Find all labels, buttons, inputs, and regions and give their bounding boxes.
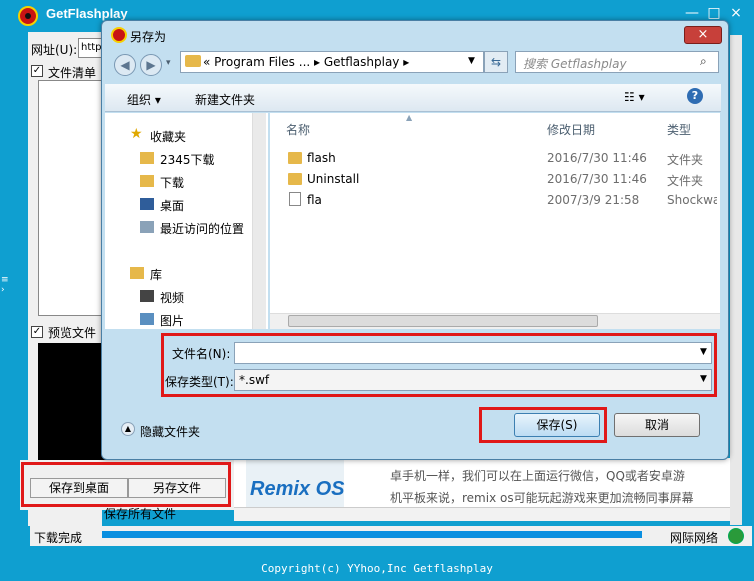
library-icon [130, 267, 144, 279]
hide-folders-button[interactable]: 隐藏文件夹 [140, 423, 200, 440]
pictures-icon [140, 313, 154, 325]
nav-item-recent[interactable]: 最近访问的位置 [160, 220, 244, 237]
dialog-title: 另存为 [130, 30, 167, 44]
folder-icon [288, 152, 302, 164]
nav-item-2345downloads[interactable]: 2345下载 [160, 151, 215, 168]
breadcrumb[interactable]: « Program Files ... ▸ Getflashplay ▸ [203, 55, 409, 69]
new-folder-button[interactable]: 新建文件夹 [195, 91, 255, 108]
news-line-2[interactable]: 机平板来说，remix os可能玩起游戏来更加流畅同事屏幕 [390, 489, 694, 506]
list-checkbox[interactable]: ✓ [31, 65, 43, 77]
copyright: Copyright(c) YYhoo,Inc Getflashplay [261, 562, 493, 575]
file-date: 2007/3/9 21:58 [547, 193, 640, 207]
app-logo-icon [18, 6, 38, 26]
video-icon [140, 290, 154, 302]
sort-indicator-icon: ▲ [406, 113, 413, 122]
file-date: 2016/7/30 11:46 [547, 151, 647, 165]
globe-icon [728, 528, 744, 544]
desktop-icon [140, 198, 154, 210]
folder-icon [140, 152, 154, 164]
file-name[interactable]: fla [307, 193, 322, 207]
news-scrollbar[interactable] [234, 507, 740, 521]
dialog-close-button[interactable]: × [684, 26, 722, 44]
nav-item-downloads[interactable]: 下载 [160, 174, 184, 191]
progress-bar [102, 531, 642, 538]
column-type[interactable]: 类型 [667, 121, 691, 138]
nav-item-video[interactable]: 视频 [160, 289, 184, 306]
file-type: 文件夹 [667, 174, 704, 188]
forward-icon[interactable]: ▶ [140, 54, 162, 76]
file-list[interactable] [38, 80, 102, 316]
nav-item-desktop[interactable]: 桌面 [160, 197, 184, 214]
cancel-button[interactable]: 取消 [614, 413, 700, 437]
preview-label: 预览文件 [48, 326, 97, 340]
help-icon[interactable]: ? [687, 88, 703, 104]
scrollbar-thumb[interactable] [288, 315, 598, 327]
back-icon[interactable]: ◀ [114, 54, 136, 76]
save-all-button[interactable]: 保存所有文件 [104, 505, 176, 522]
url-label: 网址(U): [31, 43, 78, 57]
nav-item-favorites[interactable]: 收藏夹 [150, 128, 186, 145]
address-dropdown-icon[interactable]: ▼ [468, 56, 475, 66]
recent-places-icon [140, 221, 154, 233]
preview-area [38, 343, 108, 471]
file-name[interactable]: Uninstall [307, 172, 359, 186]
app-title: GetFlashplay [46, 6, 128, 21]
file-icon [289, 192, 301, 206]
nav-item-library[interactable]: 库 [150, 266, 162, 283]
folder-icon [288, 173, 302, 185]
search-placeholder: 搜索 Getflashplay [523, 57, 627, 71]
navigation-scrollbar[interactable] [252, 113, 266, 329]
network-zone: 网际网络 [670, 531, 719, 545]
list-label: 文件清单 [48, 66, 97, 80]
close-icon[interactable]: × [728, 6, 744, 20]
file-type: Shockwa [667, 193, 717, 207]
view-options-icon[interactable]: ☷ ▾ [624, 90, 645, 104]
star-icon: ★ [130, 126, 143, 142]
highlight-box-save [479, 407, 607, 443]
refresh-icon[interactable]: ⇆ [484, 51, 508, 73]
column-date[interactable]: 修改日期 [547, 121, 595, 138]
file-type: 文件夹 [667, 153, 704, 167]
dialog-logo-icon [111, 27, 127, 43]
preview-checkbox[interactable]: ✓ [31, 326, 43, 338]
highlight-box-app-buttons [21, 462, 231, 507]
file-date: 2016/7/30 11:46 [547, 172, 647, 186]
status-text: 下载完成 [34, 531, 83, 545]
minimize-icon[interactable]: — [684, 6, 700, 20]
search-icon[interactable]: ⌕ [700, 54, 707, 69]
right-scrollbar[interactable] [730, 35, 742, 525]
download-folder-icon [140, 175, 154, 187]
history-chevron-icon[interactable]: ▾ [166, 58, 171, 68]
organize-button[interactable]: 组织 ▾ [127, 91, 161, 108]
splitter-handle-icon[interactable]: ≡ › [1, 275, 9, 295]
news-line-1[interactable]: 卓手机一样，我们可以在上面运行微信，QQ或者安卓游 [390, 467, 685, 484]
column-name[interactable]: 名称 [286, 121, 310, 138]
file-name[interactable]: flash [307, 151, 336, 165]
maximize-icon[interactable]: □ [706, 6, 722, 20]
highlight-box-filename [161, 333, 717, 397]
folder-icon [185, 55, 201, 67]
nav-item-pictures[interactable]: 图片 [160, 312, 184, 329]
file-pane [270, 113, 720, 329]
collapse-up-icon[interactable]: ▲ [121, 422, 135, 436]
remix-logo: Remix OS [250, 478, 345, 500]
